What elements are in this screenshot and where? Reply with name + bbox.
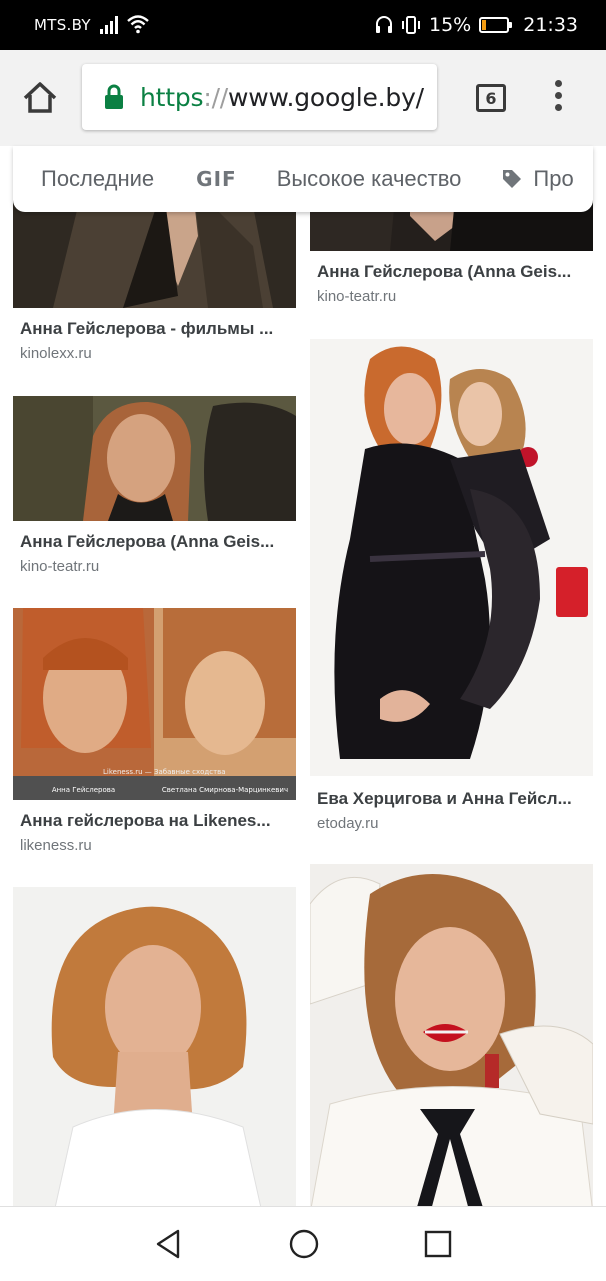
result-card[interactable] <box>13 887 296 1206</box>
likeness-watermark: Likeness.ru — Забавные сходства <box>103 768 226 776</box>
result-title[interactable]: Анна Гейслерова (Anna Geis... <box>317 262 593 282</box>
home-icon[interactable] <box>20 78 60 118</box>
lock-icon <box>105 84 123 109</box>
result-site[interactable]: etoday.ru <box>317 815 378 832</box>
wifi-icon <box>127 15 149 34</box>
result-card[interactable]: Анна Гейслерова (Anna Geis... kino-teatr… <box>13 396 296 576</box>
address-bar[interactable]: https://www.google.by/ <box>82 64 437 130</box>
result-site[interactable]: likeness.ru <box>20 837 92 854</box>
result-title[interactable]: Анна Гейслерова - фильмы ... <box>20 319 296 339</box>
chip-high-quality[interactable]: Высокое качество <box>277 166 462 192</box>
likeness-caption-left: Анна Гейслерова <box>51 786 116 794</box>
result-card[interactable]: Likeness.ru — Забавные сходства Анна Гей… <box>13 608 296 858</box>
system-nav-bar <box>0 1206 606 1281</box>
status-bar: MTS.BY 15% 21:33 <box>0 0 606 50</box>
browser-toolbar: https://www.google.by/ 6 <box>0 50 606 146</box>
result-image[interactable] <box>13 396 296 521</box>
image-results-grid: Анна Гейслерова - фильмы ... kinolexx.ru… <box>0 146 606 1206</box>
overflow-menu-icon[interactable] <box>548 80 568 116</box>
battery-percent: 15% <box>429 14 472 36</box>
result-card[interactable] <box>310 864 593 1206</box>
url-text: https://www.google.by/ <box>140 83 424 112</box>
tag-icon <box>503 170 522 188</box>
likeness-caption-right: Светлана Смирнова-Марцинкевич <box>161 786 289 794</box>
result-title[interactable]: Анна Гейслерова (Anna Geis... <box>20 532 296 552</box>
clock: 21:33 <box>523 14 578 36</box>
result-image[interactable] <box>310 864 593 1206</box>
recents-square-icon[interactable] <box>423 1227 453 1261</box>
url-separator: :// <box>203 82 229 112</box>
url-scheme: https <box>140 82 204 112</box>
signal-icon <box>100 16 118 34</box>
home-circle-icon[interactable] <box>287 1227 321 1261</box>
result-image[interactable] <box>310 339 593 776</box>
result-image[interactable] <box>13 887 296 1206</box>
result-site[interactable]: kino-teatr.ru <box>317 288 396 305</box>
result-card[interactable]: Ева Херцигова и Анна Гейсл... etoday.ru <box>310 339 593 839</box>
carrier-name: MTS.BY <box>34 16 91 34</box>
url-host: www.google.by/ <box>228 82 424 112</box>
chip-gif[interactable]: GIF <box>196 167 237 191</box>
headphones-icon <box>376 16 392 33</box>
status-right: 15% 21:33 <box>375 13 578 37</box>
vibrate-icon <box>402 16 420 34</box>
result-site[interactable]: kinolexx.ru <box>20 345 92 362</box>
result-title[interactable]: Анна гейслерова на Likenes... <box>20 811 296 831</box>
result-image[interactable]: Likeness.ru — Забавные сходства Анна Гей… <box>13 608 296 800</box>
result-site[interactable]: kino-teatr.ru <box>20 558 99 575</box>
result-title[interactable]: Ева Херцигова и Анна Гейсл... <box>317 789 593 809</box>
tab-switcher-button[interactable]: 6 <box>476 84 506 112</box>
chip-products[interactable]: Про <box>501 166 574 192</box>
battery-icon <box>479 17 513 33</box>
filter-chip-bar: Последние GIF Высокое качество Про <box>13 146 593 212</box>
back-triangle-icon[interactable] <box>152 1227 184 1261</box>
chip-recent[interactable]: Последние <box>41 166 154 192</box>
chip-products-label: Про <box>533 166 574 191</box>
